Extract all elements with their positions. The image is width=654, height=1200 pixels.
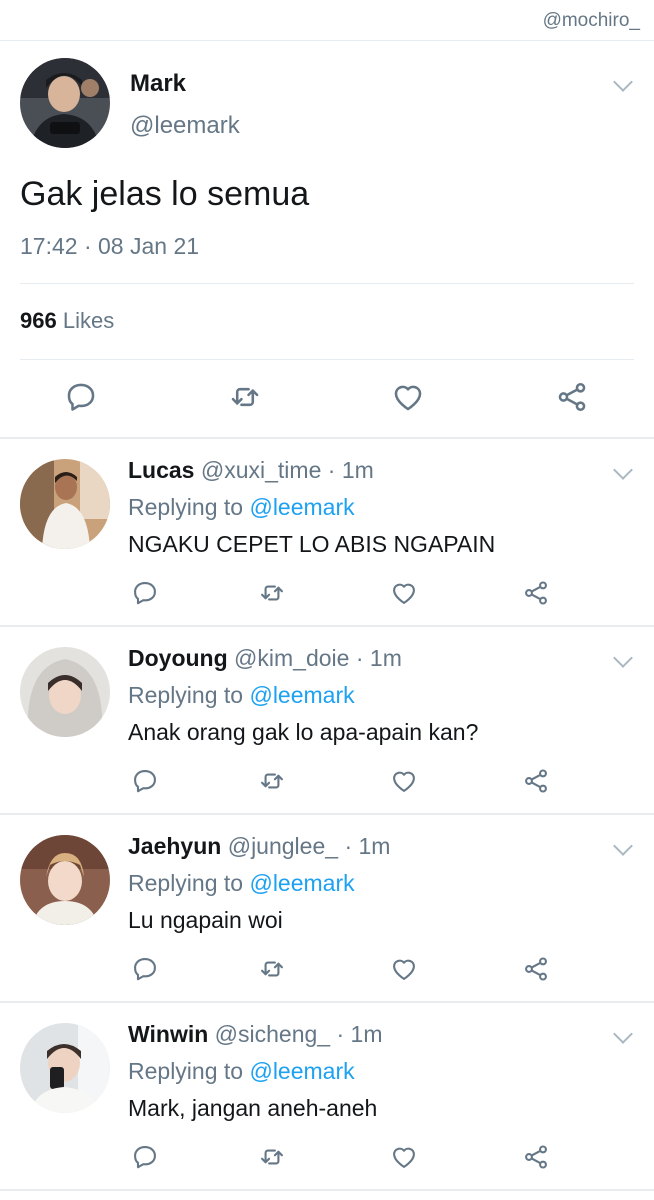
replying-to: Replying to @leemark (128, 494, 355, 521)
mention-link[interactable]: @leemark (249, 870, 354, 896)
replying-prefix: Replying to (128, 1058, 244, 1084)
reply-header: Winwin @sicheng_ · 1m (128, 1021, 383, 1048)
retweet-icon[interactable] (258, 767, 286, 795)
reply-icon[interactable] (131, 955, 159, 983)
share-icon[interactable] (555, 380, 589, 414)
tweet-actions (0, 380, 654, 420)
avatar[interactable] (20, 647, 110, 737)
reply-time: 1m (369, 645, 402, 671)
separator-dot: · (327, 457, 336, 483)
reply-text: Anak orang gak lo apa-apain kan? (128, 719, 479, 745)
reply-header: Lucas @xuxi_time · 1m (128, 457, 374, 484)
mention-link[interactable]: @leemark (249, 682, 354, 708)
reply-time: 1m (358, 833, 391, 859)
replying-prefix: Replying to (128, 682, 244, 708)
display-name[interactable]: Winwin (128, 1021, 208, 1047)
retweet-icon[interactable] (258, 955, 286, 983)
reply-actions (0, 1143, 654, 1175)
mention-link[interactable]: @leemark (249, 494, 354, 520)
likes-number: 966 (20, 308, 57, 333)
divider (20, 359, 634, 360)
user-handle[interactable]: @junglee_ (228, 833, 338, 859)
like-icon[interactable] (390, 955, 418, 983)
replying-to: Replying to @leemark (128, 1058, 355, 1085)
replying-to: Replying to @leemark (128, 682, 355, 709)
user-handle[interactable]: @kim_doie (234, 645, 349, 671)
divider (0, 1189, 654, 1191)
reply-text: Lu ngapain woi (128, 907, 283, 933)
reply-actions (0, 955, 654, 987)
reply-tweet[interactable]: Winwin @sicheng_ · 1m Replying to @leema… (0, 1003, 654, 1189)
user-handle[interactable]: @sicheng_ (215, 1021, 330, 1047)
display-name[interactable]: Doyoung (128, 645, 228, 671)
display-name[interactable]: Jaehyun (128, 833, 221, 859)
like-icon[interactable] (390, 767, 418, 795)
watermark: @mochiro_ (542, 10, 640, 31)
tweet-text: Gak jelas lo semua (20, 175, 310, 213)
reply-text: NGAKU CEPET LO ABIS NGAPAIN (128, 531, 496, 557)
retweet-icon[interactable] (258, 1143, 286, 1171)
reply-actions (0, 579, 654, 611)
reply-tweet[interactable]: Doyoung @kim_doie · 1m Replying to @leem… (0, 627, 654, 813)
like-icon[interactable] (390, 1143, 418, 1171)
share-icon[interactable] (522, 1143, 550, 1171)
display-name[interactable]: Lucas (128, 457, 194, 483)
reply-icon[interactable] (131, 1143, 159, 1171)
reply-icon[interactable] (64, 380, 98, 414)
avatar[interactable] (20, 835, 110, 925)
replying-prefix: Replying to (128, 870, 244, 896)
chevron-down-icon[interactable] (613, 648, 633, 668)
reply-tweet[interactable]: Lucas @xuxi_time · 1m Replying to @leema… (0, 439, 654, 625)
chevron-down-icon[interactable] (613, 460, 633, 480)
reply-time: 1m (341, 457, 374, 483)
replying-prefix: Replying to (128, 494, 244, 520)
separator-dot: · (336, 1021, 345, 1047)
reply-icon[interactable] (131, 767, 159, 795)
display-name[interactable]: Mark (130, 70, 186, 98)
share-icon[interactable] (522, 767, 550, 795)
main-tweet: Mark @leemark Gak jelas lo semua 17:42 ·… (0, 41, 654, 438)
reply-actions (0, 767, 654, 799)
avatar[interactable] (20, 58, 110, 148)
reply-text: Mark, jangan aneh-aneh (128, 1095, 378, 1121)
chevron-down-icon[interactable] (613, 72, 633, 92)
reply-time: 1m (350, 1021, 383, 1047)
share-icon[interactable] (522, 955, 550, 983)
separator-dot: · (344, 833, 353, 859)
avatar[interactable] (20, 459, 110, 549)
reply-header: Doyoung @kim_doie · 1m (128, 645, 402, 672)
share-icon[interactable] (522, 579, 550, 607)
like-icon[interactable] (390, 579, 418, 607)
reply-header: Jaehyun @junglee_ · 1m (128, 833, 390, 860)
avatar[interactable] (20, 1023, 110, 1113)
tweet-timestamp: 17:42 · 08 Jan 21 (20, 233, 200, 259)
likes-count[interactable]: 966 Likes (20, 308, 114, 334)
divider (20, 283, 634, 284)
reply-tweet[interactable]: Jaehyun @junglee_ · 1m Replying to @leem… (0, 815, 654, 1001)
chevron-down-icon[interactable] (613, 836, 633, 856)
replying-to: Replying to @leemark (128, 870, 355, 897)
separator-dot: · (355, 645, 364, 671)
reply-icon[interactable] (131, 579, 159, 607)
mention-link[interactable]: @leemark (249, 1058, 354, 1084)
retweet-icon[interactable] (258, 579, 286, 607)
chevron-down-icon[interactable] (613, 1024, 633, 1044)
like-icon[interactable] (391, 380, 425, 414)
retweet-icon[interactable] (228, 380, 262, 414)
likes-label: Likes (62, 308, 115, 333)
user-handle[interactable]: @leemark (130, 112, 240, 140)
user-handle[interactable]: @xuxi_time (201, 457, 322, 483)
